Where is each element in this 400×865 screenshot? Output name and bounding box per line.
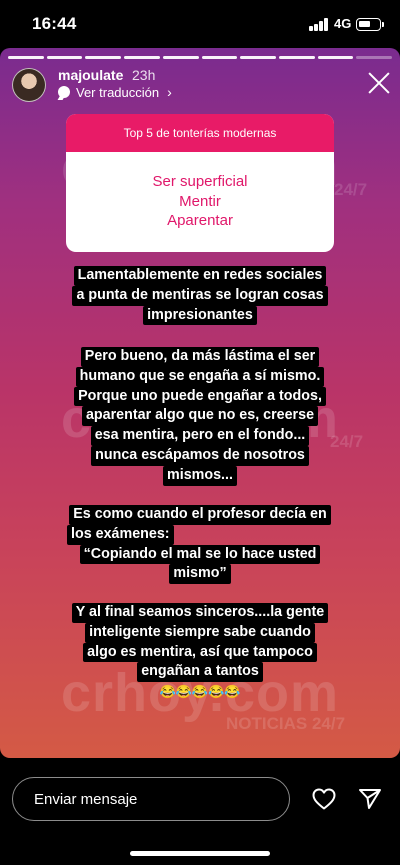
progress-segment [124, 56, 160, 59]
text-line: mismo” [169, 564, 231, 585]
story-time-ago: 23h [132, 67, 156, 83]
progress-segment [240, 56, 276, 59]
progress-segment [162, 56, 199, 59]
emoji-line: 😂😂😂😂😂 [159, 684, 241, 700]
sticker-answer: Aparentar [167, 212, 233, 229]
progress-segment [356, 56, 393, 59]
text-line: nunca escápamos de nosotros [91, 445, 309, 466]
watermark-tagline: NOTICIAS 24/7 [226, 714, 346, 733]
text-line: mismos... [163, 465, 237, 486]
text-line: aparentar algo que no es, creerse [81, 406, 319, 427]
text-line: Y al final seamos sinceros....la gente [71, 603, 329, 623]
heart-icon[interactable] [312, 788, 336, 810]
text-line: Pero bueno, da más lástima el ser [80, 347, 320, 367]
text-line: Es como cuando el profesor decía en [69, 505, 331, 525]
network-type: 4G [334, 16, 352, 31]
text-line: engañan a tantos [137, 662, 263, 683]
sticker-answer: Mentir [179, 192, 221, 210]
story-text-paragraph: Y al final seamos sinceros....la gente i… [0, 603, 400, 702]
sticker-title: Top 5 de tonterías modernas [66, 114, 334, 152]
text-line: Lamentablemente en redes sociales [73, 266, 327, 286]
story-username[interactable]: majoulate [58, 67, 123, 83]
text-line: “Copiando el mal se lo hace usted [79, 544, 321, 565]
clock: 16:44 [32, 14, 77, 33]
progress-segment [317, 56, 354, 59]
battery-icon [356, 18, 384, 31]
progress-segment [46, 56, 83, 59]
send-icon[interactable] [358, 788, 382, 810]
send-message-field[interactable]: Enviar mensaje [12, 777, 290, 821]
text-line: esa mentira, pero en el fondo... [90, 426, 310, 446]
close-icon[interactable] [366, 70, 392, 96]
progress-segment [85, 56, 122, 59]
quiz-sticker[interactable]: Top 5 de tonterías modernas Ser superfic… [66, 114, 334, 252]
story-text-paragraph: Es como cuando el profesor decía en los … [0, 505, 400, 585]
speech-bubble-icon [58, 86, 70, 98]
text-line: los exámenes: [67, 524, 174, 545]
text-line: algo es mentira, así que tampoco [83, 642, 317, 663]
text-line: humano que se engaña a sí mismo. [75, 366, 325, 387]
story-text-paragraph: Lamentablemente en redes sociales a punt… [0, 266, 400, 326]
watermark-tagline: 24/7 [334, 180, 368, 199]
translate-label: Ver traducción [76, 84, 160, 100]
sticker-answer: Ser superficial [152, 173, 248, 190]
progress-segment [278, 56, 315, 59]
cellular-signal-icon [309, 18, 329, 31]
progress-segment [8, 56, 44, 59]
story-card[interactable]: majoulate 23h Ver traducción › crhoy.com… [0, 48, 400, 758]
text-line: impresionantes [143, 305, 257, 326]
story-progress-bar [8, 56, 393, 59]
home-indicator [130, 851, 270, 856]
chevron-right-icon: › [167, 84, 172, 100]
message-placeholder: Enviar mensaje [34, 790, 138, 808]
progress-segment [201, 56, 238, 59]
sticker-answers: Ser superficial Mentir Aparentar [66, 152, 334, 231]
status-bar: 16:44 4G [0, 0, 400, 48]
text-line: a punta de mentiras se logran cosas [72, 285, 328, 306]
text-line: inteligente siempre sabe cuando [85, 622, 315, 643]
avatar[interactable] [12, 68, 46, 102]
story-text-paragraph: Pero bueno, da más lástima el ser humano… [0, 347, 400, 486]
text-line: Porque uno puede engañar a todos, [74, 386, 326, 407]
translate-link[interactable]: Ver traducción › [58, 84, 172, 100]
